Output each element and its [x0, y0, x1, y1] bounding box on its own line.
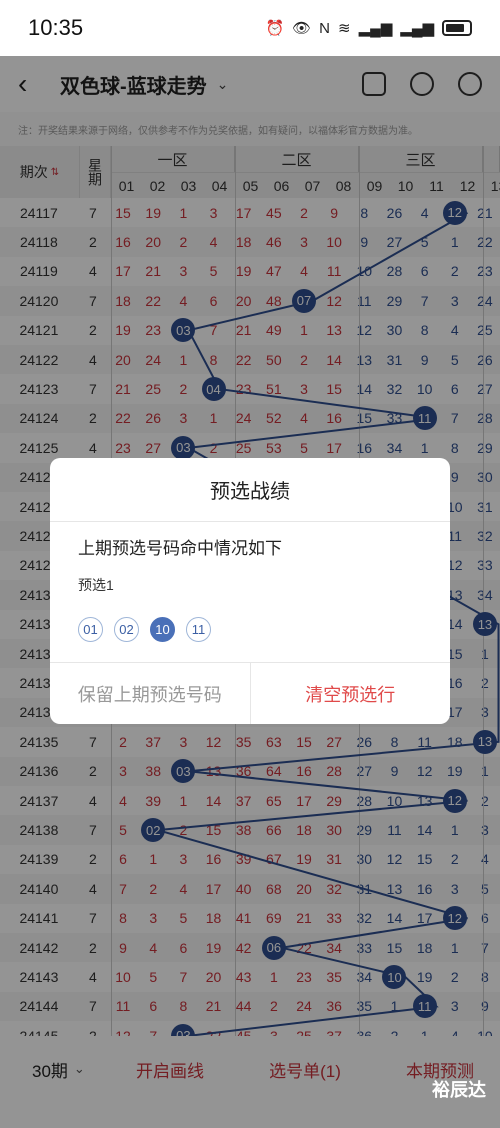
- preselect-record-dialog: 预选战绩 上期预选号码命中情况如下 预选1 01 02 10 11 保留上期预选号码 …: [50, 458, 450, 724]
- preselect-ball: 10: [150, 617, 175, 642]
- wifi-icon: ≋: [338, 20, 351, 37]
- status-icons: ⏰ 👁 N ≋ ▂▄▆ ▂▄▆: [265, 19, 472, 37]
- signal-icon: ▂▄▆: [400, 20, 434, 37]
- dialog-title: 预选战绩: [50, 458, 450, 522]
- preselect-ball: 11: [186, 617, 211, 642]
- keep-last-preselect-button[interactable]: 保留上期预选号码: [50, 663, 251, 724]
- battery-icon: [442, 20, 472, 36]
- status-time: 10:35: [28, 15, 84, 40]
- dialog-description: 上期预选号码命中情况如下: [78, 539, 282, 558]
- nfc-icon: N: [319, 19, 331, 37]
- status-bar: 10:35 ⏰ 👁 N ≋ ▂▄▆ ▂▄▆: [0, 0, 500, 56]
- preselect-group-label: 预选1: [78, 577, 114, 593]
- preselect-ball: 02: [114, 617, 139, 642]
- watermark-logo: 裕辰达: [432, 1080, 486, 1100]
- signal-icon: ▂▄▆: [358, 20, 393, 37]
- clear-preselect-button[interactable]: 清空预选行: [251, 663, 451, 724]
- eye-icon: 👁: [292, 20, 312, 37]
- preselect-balls: 01 02 10 11: [78, 617, 422, 642]
- alarm-icon: ⏰: [265, 20, 285, 37]
- preselect-ball: 01: [78, 617, 103, 642]
